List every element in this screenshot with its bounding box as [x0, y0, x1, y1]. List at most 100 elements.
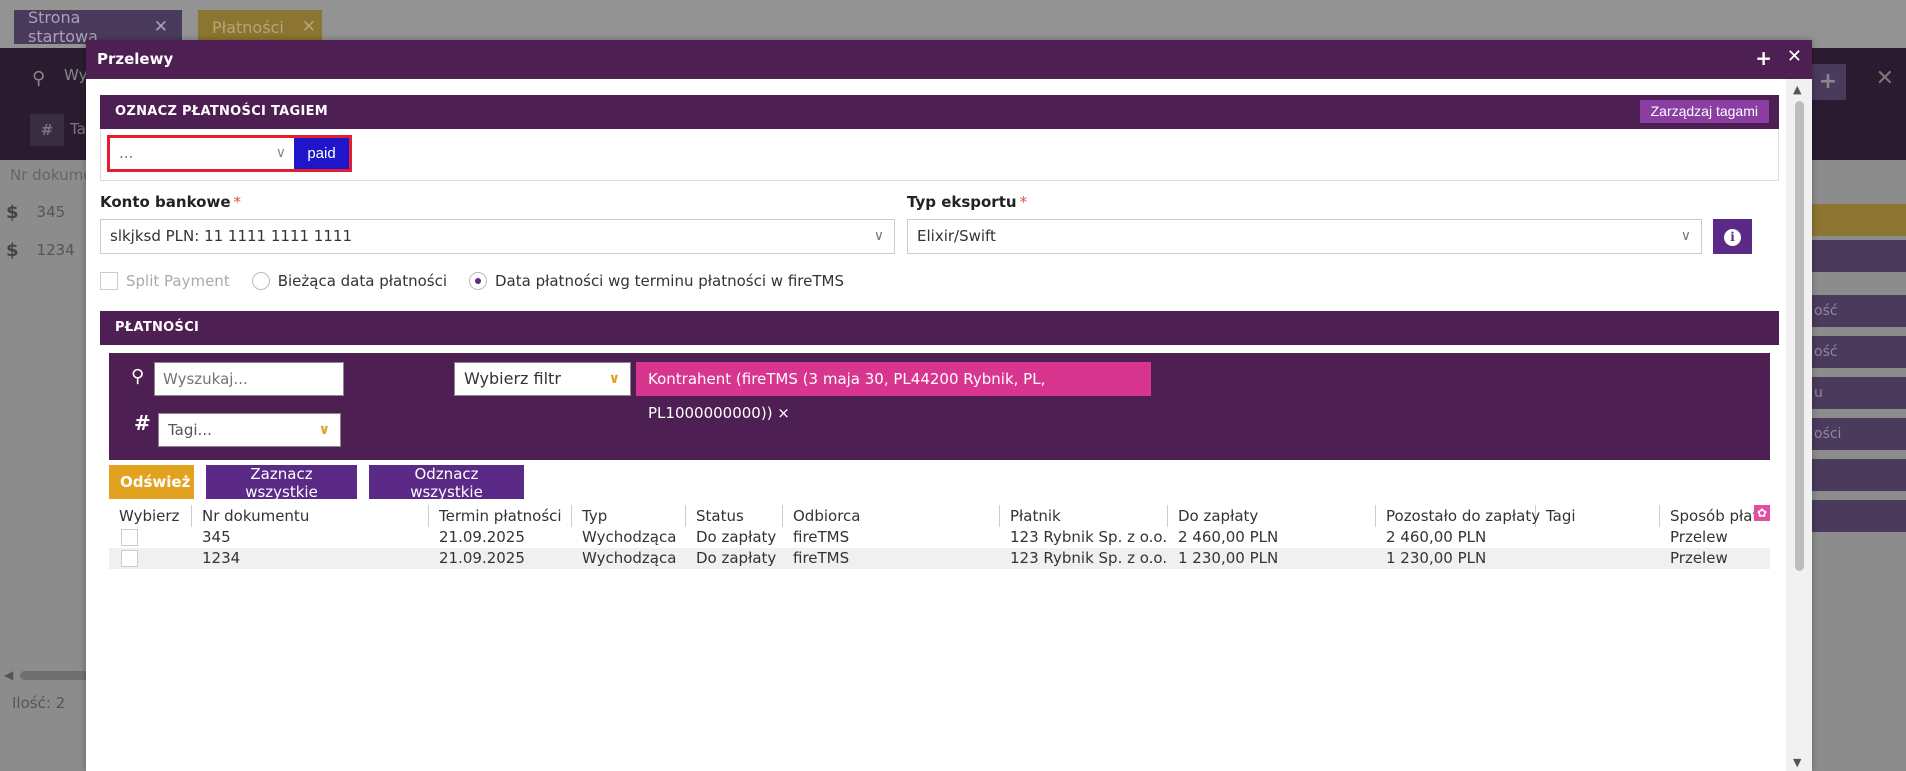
search-icon: ⚲: [131, 366, 145, 387]
export-type-value: Elixir/Swift: [917, 227, 996, 245]
required-marker: *: [233, 193, 242, 211]
cell-method: Przelew: [1670, 549, 1728, 567]
column-header-payer[interactable]: Płatnik: [1000, 505, 1168, 527]
search-icon: ⚲: [32, 68, 46, 89]
refresh-button[interactable]: Odśwież: [109, 465, 194, 499]
info-button[interactable]: i: [1713, 219, 1752, 254]
bank-account-value: slkjksd PLN: 11 1111 1111 1111: [110, 227, 352, 245]
background-row-nr: 1234: [36, 241, 75, 259]
tag-section-header: OZNACZ PŁATNOŚCI TAGIEM Zarządzaj tagami: [100, 95, 1779, 129]
background-count: Ilość: 2: [12, 694, 66, 712]
filter-panel: ⚲ Wybierz filtr ∨ Kontrahent (fireTMS (3…: [109, 353, 1770, 460]
cell-status: Do zapłaty: [696, 528, 777, 546]
scrollbar-thumb[interactable]: [20, 671, 90, 680]
bank-account-select[interactable]: slkjksd PLN: 11 1111 1111 1111 ∨: [100, 219, 895, 254]
column-header-nr[interactable]: Nr dokumentu: [192, 505, 429, 527]
column-header-select[interactable]: Wybierz: [109, 505, 192, 527]
cell-due: 1 230,00 PLN: [1178, 549, 1279, 567]
tab-label: Płatności: [212, 17, 284, 37]
cell-term: 21.09.2025: [439, 549, 525, 567]
table-row[interactable]: 1234 21.09.2025 Wychodząca Do zapłaty fi…: [109, 548, 1770, 569]
required-marker: *: [1019, 193, 1028, 211]
deselect-all-button[interactable]: Odznacz wszystkie: [369, 465, 524, 501]
column-header-status[interactable]: Status: [686, 505, 783, 527]
cell-tags: [1536, 548, 1546, 569]
current-date-radio[interactable]: [251, 272, 270, 290]
modal-header: Przelewy + ✕: [86, 40, 1812, 79]
cell-recipient: fireTMS: [793, 549, 850, 567]
search-input[interactable]: [154, 362, 344, 396]
payments-section-header: PŁATNOŚCI: [100, 311, 1779, 345]
dollar-icon: $: [6, 239, 19, 261]
background-search-input[interactable]: Wy: [64, 66, 87, 84]
column-header-due[interactable]: Do zapłaty: [1168, 505, 1376, 527]
chevron-down-icon: ∨: [1680, 228, 1691, 244]
filter-chip-label: Kontrahent (fireTMS (3 maja 30, PL44200 …: [648, 370, 1046, 422]
background-side-item: [1810, 240, 1906, 272]
split-payment-label: Split Payment: [126, 272, 230, 290]
close-icon[interactable]: ✕: [154, 17, 168, 37]
cell-payer: 123 Rybnik Sp. z o.o.: [1010, 549, 1168, 567]
tag-select-value: ...: [119, 144, 134, 162]
tag-select[interactable]: ... ∨: [110, 138, 296, 169]
contractor-filter-chip[interactable]: Kontrahent (fireTMS (3 maja 30, PL44200 …: [636, 362, 1151, 422]
gear-icon[interactable]: ✿: [1754, 505, 1770, 521]
row-checkbox[interactable]: [121, 550, 138, 567]
background-side-item: ość: [1810, 336, 1906, 368]
export-type-label: Typ eksportu *: [907, 193, 1027, 211]
term-date-radio[interactable]: [469, 272, 487, 290]
close-icon[interactable]: ✕: [302, 17, 316, 37]
filter-select-value: Wybierz filtr: [464, 369, 561, 388]
maximize-icon[interactable]: +: [1755, 46, 1772, 70]
background-horizontal-scrollbar[interactable]: ◀: [0, 666, 90, 684]
close-icon[interactable]: ✕: [1876, 66, 1894, 91]
tags-select[interactable]: Tagi... ∨: [158, 413, 341, 447]
cell-recipient: fireTMS: [793, 528, 850, 546]
chevron-down-icon: ∨: [608, 371, 620, 387]
close-icon[interactable]: ✕: [1787, 46, 1802, 67]
tab-platnosci[interactable]: Płatności ✕: [198, 10, 322, 44]
table-header: Wybierz Nr dokumentu Termin płatności Ty…: [109, 505, 1770, 527]
info-icon: i: [1724, 228, 1741, 246]
scroll-up-icon[interactable]: ▲: [1793, 83, 1801, 96]
background-side-item: [1810, 459, 1906, 491]
bank-account-label: Konto bankowe *: [100, 193, 241, 211]
transfers-modal: Przelewy + ✕ ▲ ▼ OZNACZ PŁATNOŚCI TAGIEM…: [86, 40, 1812, 771]
background-tags-label: Ta: [70, 120, 86, 138]
scroll-down-icon[interactable]: ▼: [1793, 756, 1801, 769]
payments-table: Wybierz Nr dokumentu Termin płatności Ty…: [109, 505, 1770, 569]
scrollbar-thumb[interactable]: [1795, 101, 1804, 571]
cell-tags: [1536, 527, 1546, 548]
column-header-tags[interactable]: Tagi: [1536, 505, 1660, 527]
tab-strona-startowa[interactable]: Strona startowa ✕: [14, 8, 182, 46]
cell-remaining: 2 460,00 PLN: [1386, 528, 1487, 546]
payment-options: Split Payment Bieżąca data płatności Dat…: [100, 270, 844, 292]
tag-panel: ... ∨ paid: [100, 129, 1779, 181]
export-type-label-text: Typ eksportu: [907, 193, 1017, 211]
column-header-recipient[interactable]: Odbiorca: [783, 505, 1000, 527]
add-icon[interactable]: +: [1810, 64, 1846, 100]
column-header-term[interactable]: Termin płatności: [429, 505, 572, 527]
row-checkbox[interactable]: [121, 529, 138, 546]
background-row[interactable]: $ 345: [0, 194, 100, 230]
background-row[interactable]: $ 1234: [0, 232, 100, 268]
scroll-left-icon[interactable]: ◀: [4, 668, 13, 682]
cell-term: 21.09.2025: [439, 528, 525, 546]
background-column-header: Nr dokume: [10, 166, 93, 184]
export-type-select[interactable]: Elixir/Swift ∨: [907, 219, 1702, 254]
hash-icon: #: [134, 411, 151, 435]
split-payment-checkbox[interactable]: [100, 272, 118, 290]
table-row[interactable]: 345 21.09.2025 Wychodząca Do zapłaty fir…: [109, 527, 1770, 548]
filter-select[interactable]: Wybierz filtr ∨: [454, 362, 631, 396]
background-side-item: [1810, 500, 1906, 532]
tag-selector-group: ... ∨ paid: [107, 135, 352, 172]
select-all-button[interactable]: Zaznacz wszystkie: [206, 465, 357, 501]
column-header-type[interactable]: Typ: [572, 505, 686, 527]
manage-tags-button[interactable]: Zarządzaj tagami: [1639, 100, 1769, 123]
cell-remaining: 1 230,00 PLN: [1386, 549, 1487, 567]
column-header-remaining[interactable]: Pozostało do zapłaty: [1376, 505, 1540, 527]
modal-scrollbar[interactable]: ▲ ▼: [1786, 79, 1812, 771]
tags-select-value: Tagi...: [168, 421, 212, 439]
background-row-nr: 345: [36, 203, 66, 221]
paid-tag-button[interactable]: paid: [294, 138, 349, 169]
